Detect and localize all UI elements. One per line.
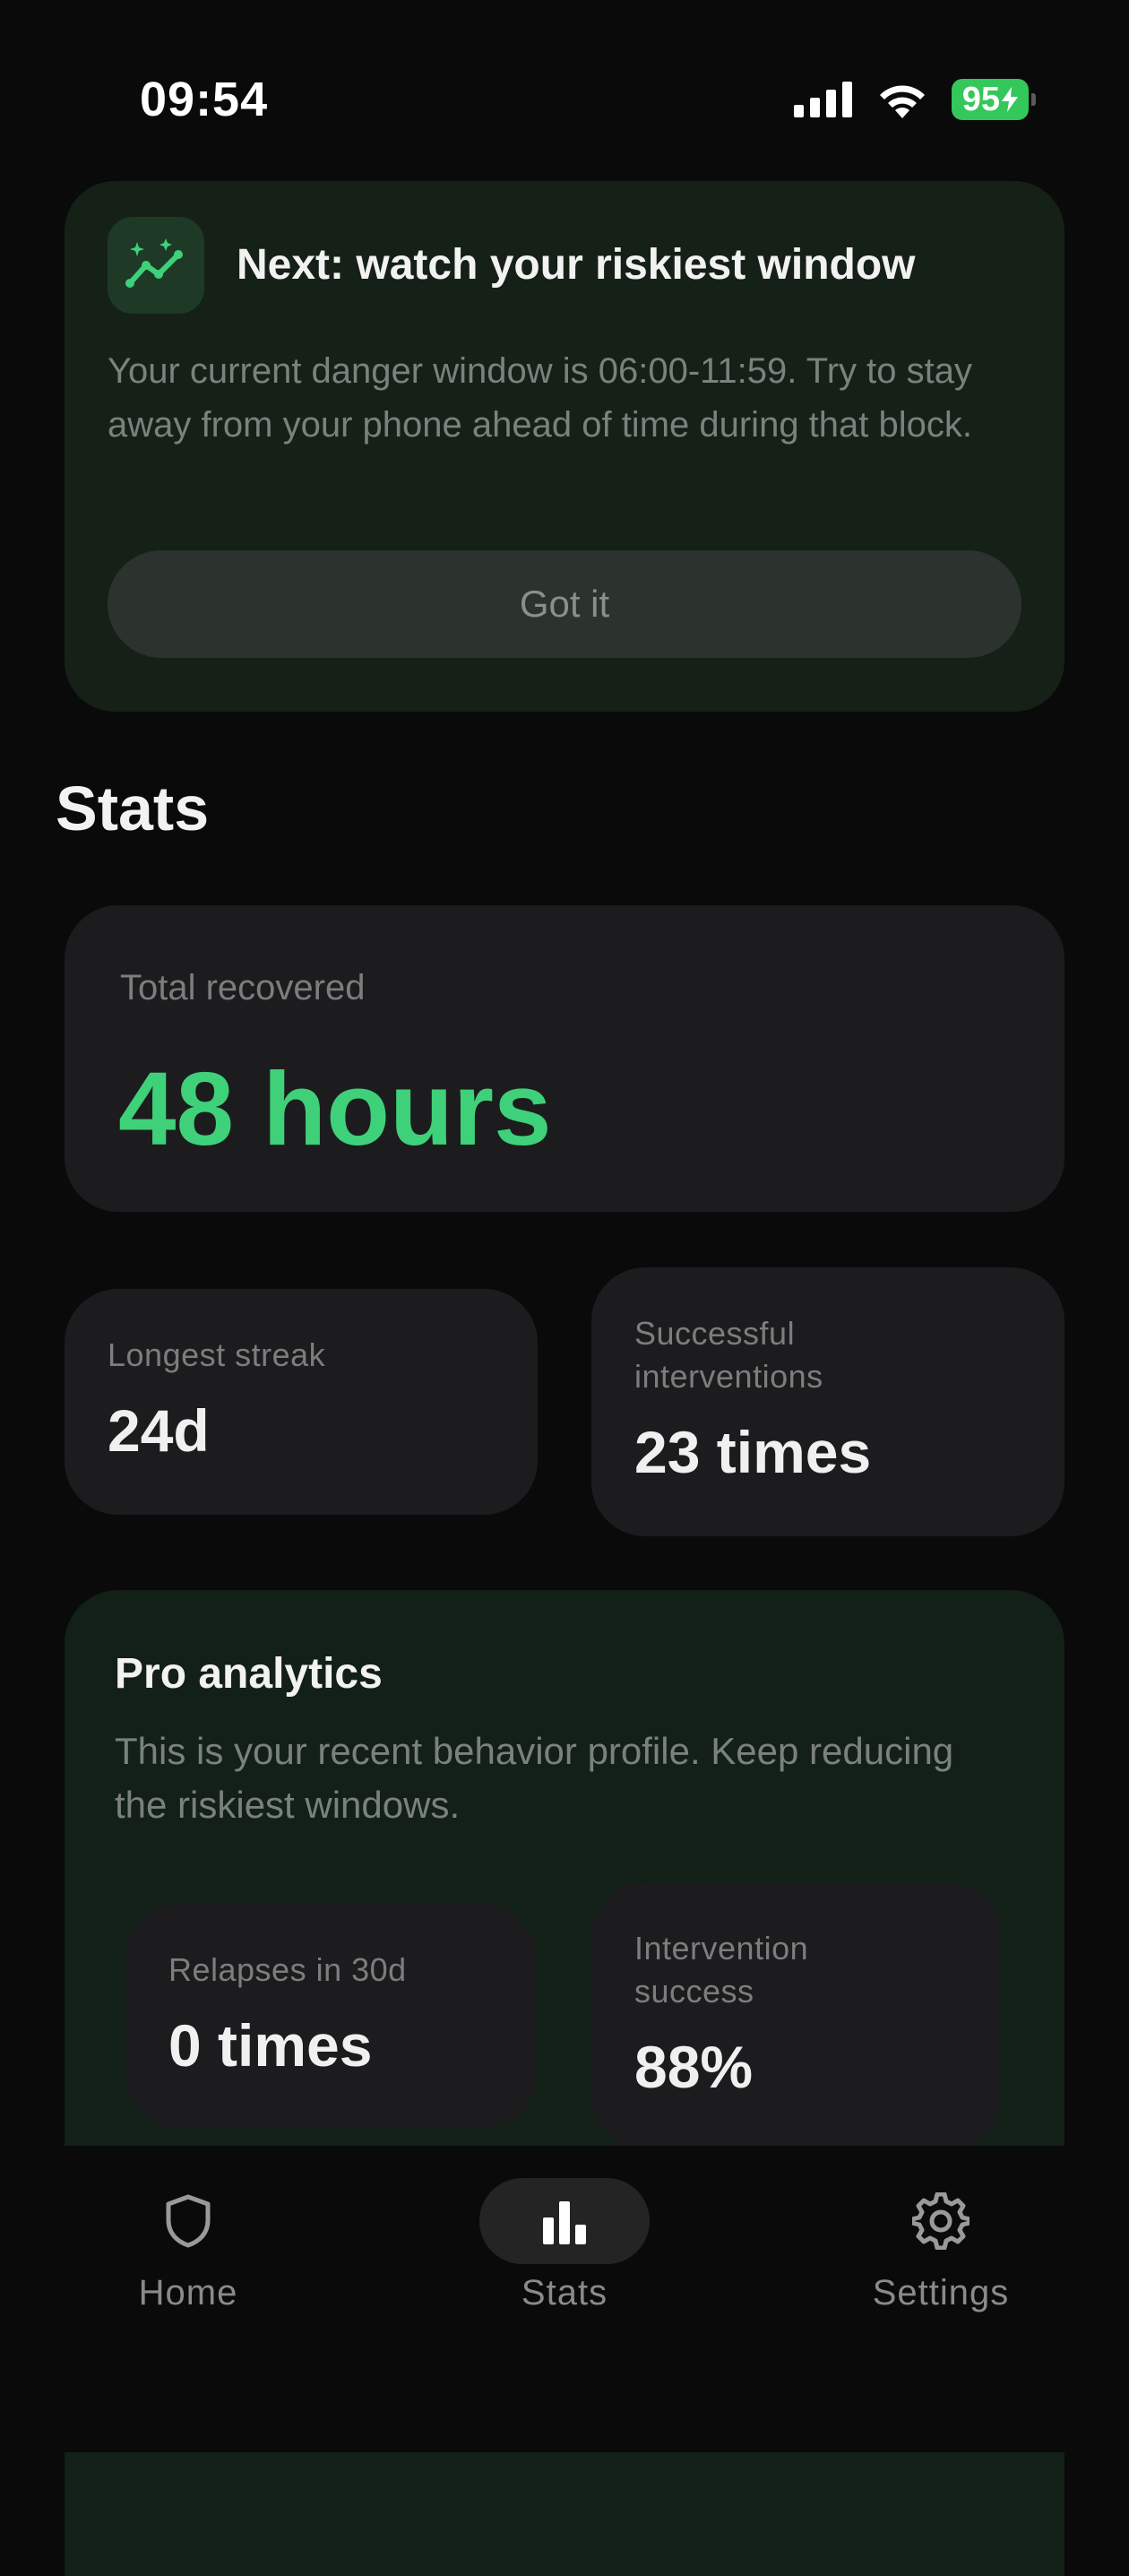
cellular-signal-icon xyxy=(793,82,852,117)
total-recovered-label: Total recovered xyxy=(120,968,366,1007)
intervention-success-label: Intervention success xyxy=(634,1930,809,2010)
relapses-value: 0 times xyxy=(168,2012,373,2079)
status-icons: 95 xyxy=(793,79,1036,120)
tip-body: Your current danger window is 06:00-11:5… xyxy=(108,351,972,445)
status-time: 09:54 xyxy=(140,73,269,126)
tab-settings-label: Settings xyxy=(872,2273,1010,2312)
tab-settings[interactable]: Settings xyxy=(806,2178,1075,2313)
intervention-success-card: Intervention success 88% xyxy=(591,1882,1002,2151)
successful-interventions-card: Successful interventions 23 times xyxy=(591,1267,1064,1536)
gear-icon xyxy=(912,2192,970,2250)
bar-chart-icon xyxy=(543,2201,586,2244)
shield-icon xyxy=(166,2194,211,2248)
battery-charging-icon: 95 xyxy=(951,79,1036,120)
tab-home-label: Home xyxy=(138,2273,238,2312)
got-it-button[interactable]: Got it xyxy=(108,550,1021,658)
pro-analytics-title: Pro analytics xyxy=(115,1650,383,1698)
successful-interventions-value: 23 times xyxy=(634,1419,872,1485)
longest-streak-value: 24d xyxy=(108,1397,210,1464)
longest-streak-card: Longest streak 24d xyxy=(65,1289,538,1515)
tab-home[interactable]: Home xyxy=(54,2178,323,2313)
total-recovered-card: Total recovered 48 hours xyxy=(65,905,1064,1212)
relapses-label: Relapses in 30d xyxy=(168,1951,407,1988)
tab-stats[interactable]: Stats xyxy=(430,2178,699,2313)
trend-sparkle-icon xyxy=(108,217,204,314)
total-recovered-value: 48 hours xyxy=(118,1050,552,1167)
battery-level: 95 xyxy=(961,81,1000,118)
relapses-card: Relapses in 30d 0 times xyxy=(125,1904,536,2128)
tip-card: Next: watch your riskiest window Your cu… xyxy=(65,181,1064,712)
pro-analytics-body: This is your recent behavior profile. Ke… xyxy=(115,1730,954,1826)
tip-title: Next: watch your riskiest window xyxy=(237,241,916,289)
intervention-success-value: 88% xyxy=(634,2034,754,2100)
wifi-icon xyxy=(879,85,925,118)
tab-stats-label: Stats xyxy=(521,2273,608,2312)
successful-interventions-label: Successful interventions xyxy=(634,1315,823,1395)
longest-streak-label: Longest streak xyxy=(108,1336,326,1373)
tab-bar: Home Stats Settings xyxy=(0,2146,1129,2452)
page-title: Stats xyxy=(56,774,210,843)
